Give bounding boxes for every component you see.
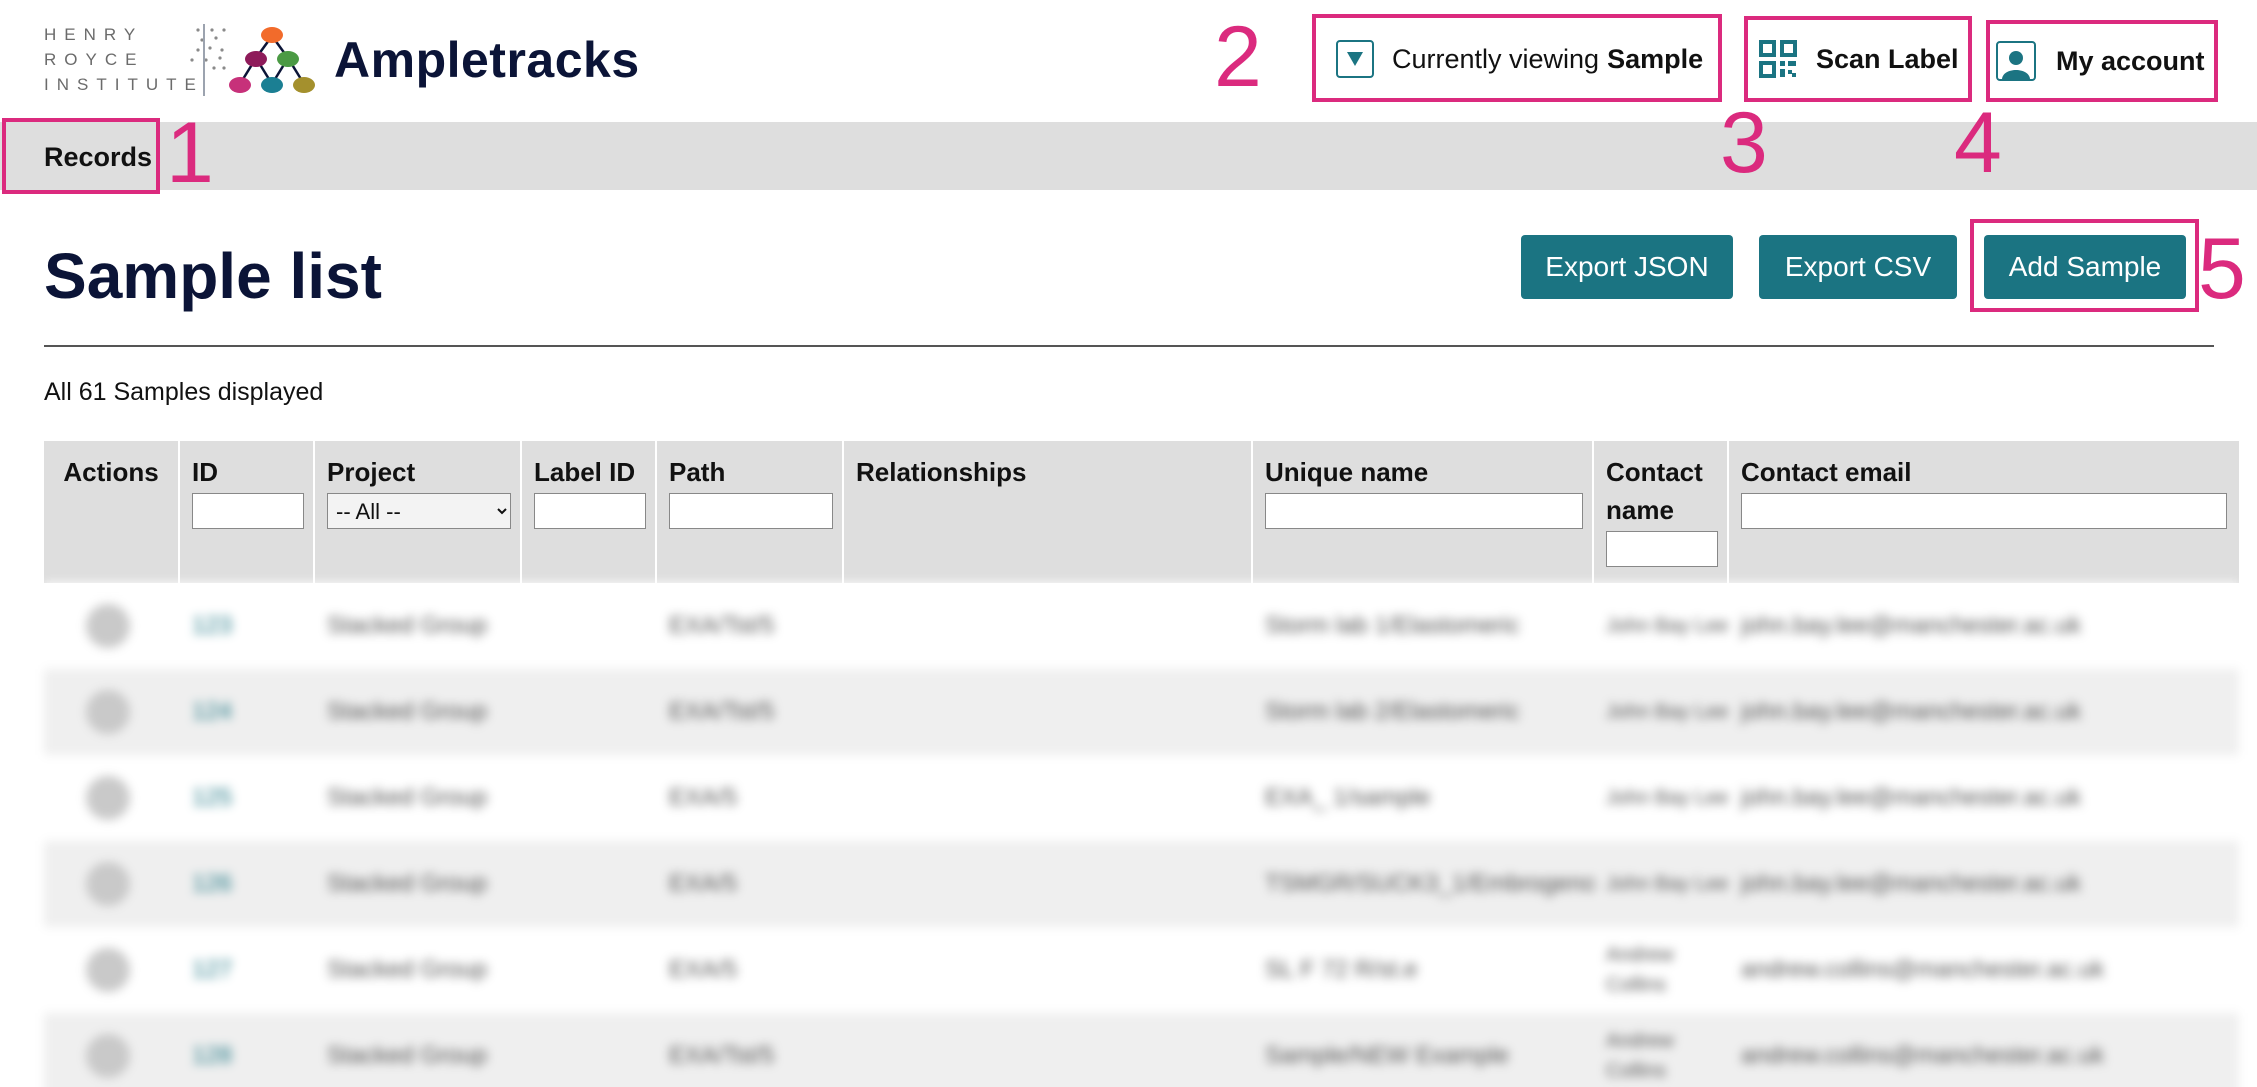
project-filter-select[interactable]: -- All -- (327, 493, 511, 529)
column-id: ID (180, 441, 315, 583)
column-relationships: Relationships (844, 441, 1253, 583)
dot-grid-icon (190, 28, 226, 70)
app-title: Ampletracks (334, 32, 640, 88)
scan-label-text: Scan Label (1816, 43, 1959, 74)
dropdown-icon (1336, 40, 1374, 78)
label-id-filter-input[interactable] (534, 493, 646, 529)
row-id-link[interactable]: 125 (180, 755, 315, 841)
row-contact-name: Andrew Collins (1606, 1030, 1674, 1082)
row-actions-button[interactable] (86, 1034, 130, 1078)
row-contact-name: Andrew Collins (1606, 944, 1674, 996)
row-contact-email: andrew.collins@manchester.ac.uk (1741, 1042, 2105, 1069)
column-label-id: Label ID (522, 441, 657, 583)
row-id-link[interactable]: 124 (180, 669, 315, 755)
contact-email-filter-input[interactable] (1741, 493, 2227, 529)
row-contact-email: john.bay.lee@manchester.ac.uk (1741, 612, 2082, 639)
qr-code-icon (1759, 40, 1797, 78)
page-title: Sample list (44, 240, 382, 312)
table-header: Actions ID Project -- All -- Label ID Pa… (44, 441, 2239, 583)
henry-royce-institute-logo: HENRY ROYCE INSTITUTE (44, 22, 226, 97)
row-unique-name: TSMGR/SUCK3_1/Embrogenous (1265, 870, 1594, 897)
annotation-number-3: 3 (1720, 95, 1768, 191)
annotation-number-2: 2 (1214, 9, 1262, 105)
user-icon (1996, 41, 2036, 81)
row-project: Stacked Group (327, 956, 488, 983)
id-filter-input[interactable] (192, 493, 304, 529)
row-id-link[interactable]: 128 (180, 1013, 315, 1087)
annotation-number-1: 1 (166, 105, 214, 201)
row-path: EXA/5 (669, 870, 738, 897)
row-actions-button[interactable] (86, 862, 130, 906)
row-contact-name: John Bay Lee (1606, 615, 1729, 637)
row-project: Stacked Group (327, 698, 488, 725)
row-unique-name: Storm lab 2/Elastomeric (1265, 698, 1520, 725)
table-row: 125 Stacked Group EXA/5 EXA_ 1/sample Jo… (44, 755, 2239, 841)
my-account-button[interactable]: My account (1990, 22, 2216, 100)
row-project: Stacked Group (327, 612, 488, 639)
table-row: 128 Stacked Group EXA/Tst/5 Sample/NEW E… (44, 1013, 2239, 1087)
viewing-prefix: Currently viewing (1392, 43, 1600, 74)
unique-name-filter-input[interactable] (1265, 493, 1583, 529)
app-header: HENRY ROYCE INSTITUTE Ampletracks Curren… (0, 0, 2257, 122)
row-actions-button[interactable] (86, 690, 130, 734)
my-account-text: My account (2056, 45, 2205, 76)
ampletracks-logo-icon (229, 27, 315, 93)
viewing-type: Sample (1607, 43, 1704, 74)
row-unique-name: EXA_ 1/sample (1265, 784, 1431, 811)
row-path: EXA/5 (669, 956, 738, 983)
export-csv-button[interactable]: Export CSV (1759, 235, 1957, 299)
column-actions: Actions (44, 441, 180, 583)
main-nav: Records (0, 122, 2257, 190)
column-contact-name: Contact name (1594, 441, 1729, 583)
row-project: Stacked Group (327, 1042, 488, 1069)
row-path: EXA/5 (669, 784, 738, 811)
row-contact-name: John Bay Lee (1606, 701, 1729, 723)
row-project: Stacked Group (327, 870, 488, 897)
row-path: EXA/Tst/5 (669, 1042, 775, 1069)
table-row: 123 Stacked Group EXA/Tst/5 Storm lab 1/… (44, 583, 2239, 669)
export-json-button[interactable]: Export JSON (1521, 235, 1733, 299)
row-id-link[interactable]: 127 (180, 927, 315, 1013)
row-id-link[interactable]: 126 (180, 841, 315, 927)
row-path: EXA/Tst/5 (669, 612, 775, 639)
annotation-number-4: 4 (1954, 95, 2002, 191)
row-contact-email: john.bay.lee@manchester.ac.uk (1741, 698, 2082, 725)
row-actions-button[interactable] (86, 948, 130, 992)
row-contact-name: John Bay Lee (1606, 873, 1729, 895)
table-row: 127 Stacked Group EXA/5 SL F 72 R/st.e A… (44, 927, 2239, 1013)
row-contact-email: john.bay.lee@manchester.ac.uk (1741, 784, 2082, 811)
table-row: 124 Stacked Group EXA/Tst/5 Storm lab 2/… (44, 669, 2239, 755)
logo-divider (203, 24, 205, 96)
row-contact-email: andrew.collins@manchester.ac.uk (1741, 956, 2105, 983)
row-actions-button[interactable] (86, 604, 130, 648)
column-project: Project -- All -- (315, 441, 522, 583)
row-project: Stacked Group (327, 784, 488, 811)
annotation-number-5: 5 (2198, 221, 2246, 317)
table-row: 126 Stacked Group EXA/5 TSMGR/SUCK3_1/Em… (44, 841, 2239, 927)
row-actions-button[interactable] (86, 776, 130, 820)
row-contact-email: john.bay.lee@manchester.ac.uk (1741, 870, 2082, 897)
contact-name-filter-input[interactable] (1606, 531, 1718, 567)
row-unique-name: SL F 72 R/st.e (1265, 956, 1418, 983)
path-filter-input[interactable] (669, 493, 833, 529)
heading-divider (44, 345, 2214, 347)
row-unique-name: Storm lab 1/Elastomeric (1265, 612, 1520, 639)
column-path: Path (657, 441, 844, 583)
record-type-selector[interactable]: Currently viewing Sample (1318, 18, 1716, 100)
column-unique-name: Unique name (1253, 441, 1594, 583)
row-contact-name: John Bay Lee (1606, 787, 1729, 809)
nav-item-records[interactable]: Records (44, 142, 152, 173)
row-path: EXA/Tst/5 (669, 698, 775, 725)
row-id-link[interactable]: 123 (180, 583, 315, 669)
add-sample-button[interactable]: Add Sample (1984, 235, 2186, 299)
record-count: All 61 Samples displayed (44, 378, 324, 406)
row-unique-name: Sample/NEW Example (1265, 1042, 1510, 1069)
scan-label-button[interactable]: Scan Label (1748, 18, 1968, 100)
column-contact-email: Contact email (1729, 441, 2239, 583)
